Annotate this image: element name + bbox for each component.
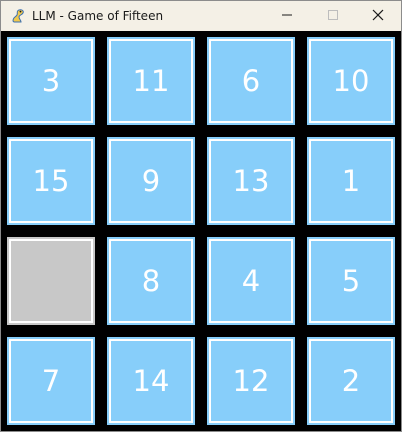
window-title: LLM - Game of Fifteen <box>32 9 164 23</box>
tile[interactable]: 3 <box>5 35 97 127</box>
tile[interactable]: 6 <box>205 35 297 127</box>
close-button[interactable] <box>355 1 401 31</box>
close-icon <box>372 9 384 24</box>
tile[interactable]: 7 <box>5 335 97 427</box>
tile[interactable]: 11 <box>105 35 197 127</box>
maximize-button <box>310 1 356 31</box>
tile[interactable]: 14 <box>105 335 197 427</box>
tile[interactable]: 5 <box>305 235 397 327</box>
maximize-icon <box>328 9 338 23</box>
tile[interactable]: 8 <box>105 235 197 327</box>
tile[interactable]: 2 <box>305 335 397 427</box>
empty-slot <box>5 235 97 327</box>
tile[interactable]: 13 <box>205 135 297 227</box>
tile[interactable]: 9 <box>105 135 197 227</box>
tile[interactable]: 10 <box>305 35 397 127</box>
title-bar[interactable]: LLM - Game of Fifteen <box>1 1 401 31</box>
minimize-icon <box>282 9 292 23</box>
tile[interactable]: 15 <box>5 135 97 227</box>
tile[interactable]: 1 <box>305 135 397 227</box>
pygame-snake-icon <box>10 8 26 24</box>
tile[interactable]: 4 <box>205 235 297 327</box>
game-window: LLM - Game of Fifteen 3 11 6 10 15 9 13 … <box>0 0 402 432</box>
tile[interactable]: 12 <box>205 335 297 427</box>
minimize-button[interactable] <box>264 1 310 31</box>
puzzle-board: 3 11 6 10 15 9 13 1 8 4 5 7 14 12 2 <box>1 31 401 431</box>
